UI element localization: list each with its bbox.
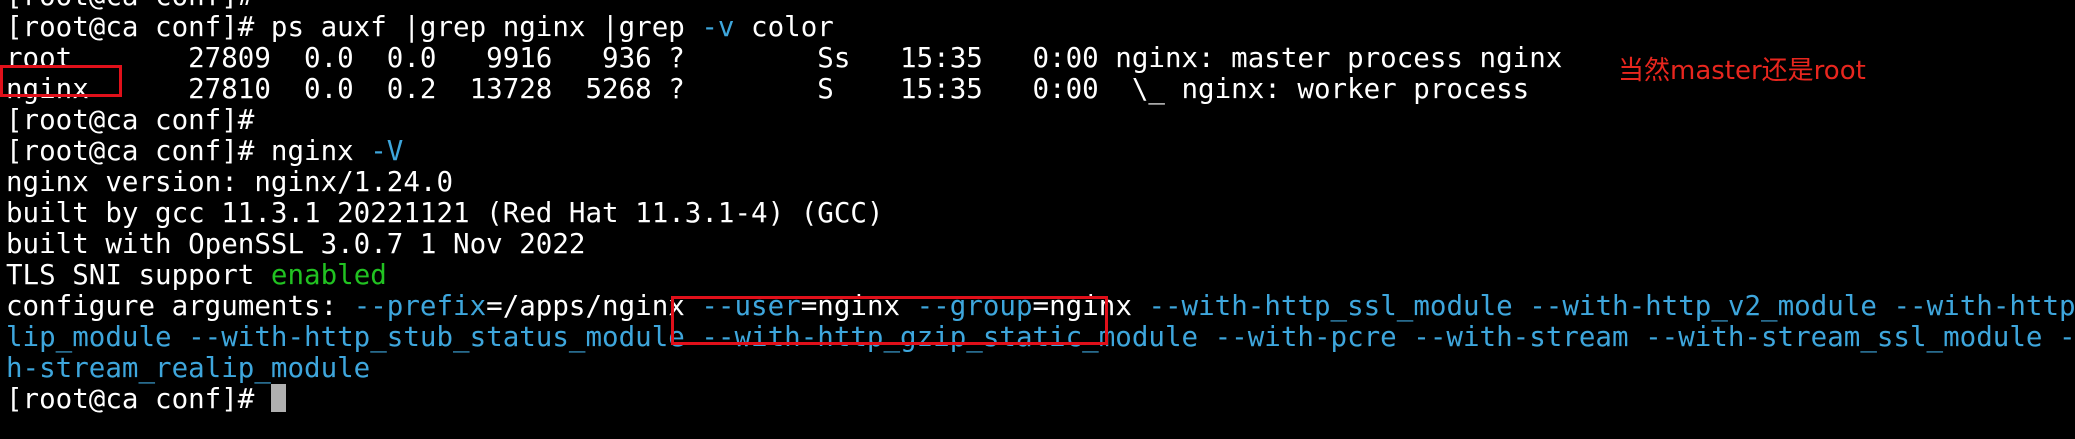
terminal-line: [root@ca conf]# [6,384,286,415]
terminal-text-segment: TLS SNI support [6,259,271,291]
terminal-text-segment: -V [370,135,404,167]
annotation-note: 当然master还是root [1618,56,1866,86]
terminal-text-segment: configure arguments: [6,290,354,322]
terminal-text-segment: enabled [270,259,387,291]
terminal-line: h-stream_realip_module [6,353,370,384]
terminal-text-segment: [root@ca conf]# nginx [6,135,371,167]
terminal-text-segment: built by gcc 11.3.1 20221121 (Red Hat 11… [6,197,884,229]
terminal-text-segment: =/apps/nginx [486,290,702,322]
highlight-box-nginx-user [0,65,122,97]
terminal-line: TLS SNI support enabled [6,260,387,291]
terminal-line: built with OpenSSL 3.0.7 1 Nov 2022 [6,229,585,260]
terminal-line: nginx version: nginx/1.24.0 [6,167,453,198]
terminal-text-segment: --prefix [353,290,487,322]
terminal-text-segment: [root@ca conf]# [6,104,255,136]
terminal-text-segment: color [734,11,834,43]
terminal-text-segment: root 27809 0.0 0.0 9916 936 ? Ss 15:35 0… [6,42,1563,74]
terminal-line: nginx 27810 0.0 0.2 13728 5268 ? S 15:35… [6,74,1529,105]
terminal-line: [root@ca conf]# [6,105,254,136]
terminal-text-segment: nginx version: nginx/1.24.0 [6,166,454,198]
terminal-text-segment: [root@ca conf]# ps auxf |grep nginx |gre… [6,11,702,43]
terminal-line: root 27809 0.0 0.0 9916 936 ? Ss 15:35 0… [6,43,1562,74]
terminal-text-segment: h-stream_realip_module [6,352,371,384]
text-cursor [270,384,286,412]
terminal-text-segment: built with OpenSSL 3.0.7 1 Nov 2022 [6,228,586,260]
terminal-text-segment: --with-http_ssl_module --with-http_v2_mo… [1148,290,2075,322]
terminal-text-segment: -v [701,11,735,43]
terminal-text-segment: nginx 27810 0.0 0.2 13728 5268 ? S 15:35… [6,73,1530,105]
terminal-line: built by gcc 11.3.1 20221121 (Red Hat 11… [6,198,884,229]
terminal-line: [root@ca conf]# nginx -V [6,136,403,167]
terminal-line: [root@ca conf]# ps auxf |grep nginx |gre… [6,12,834,43]
terminal-text-segment: [root@ca conf]# [6,383,271,415]
highlight-box-user-group-args [671,296,1108,345]
